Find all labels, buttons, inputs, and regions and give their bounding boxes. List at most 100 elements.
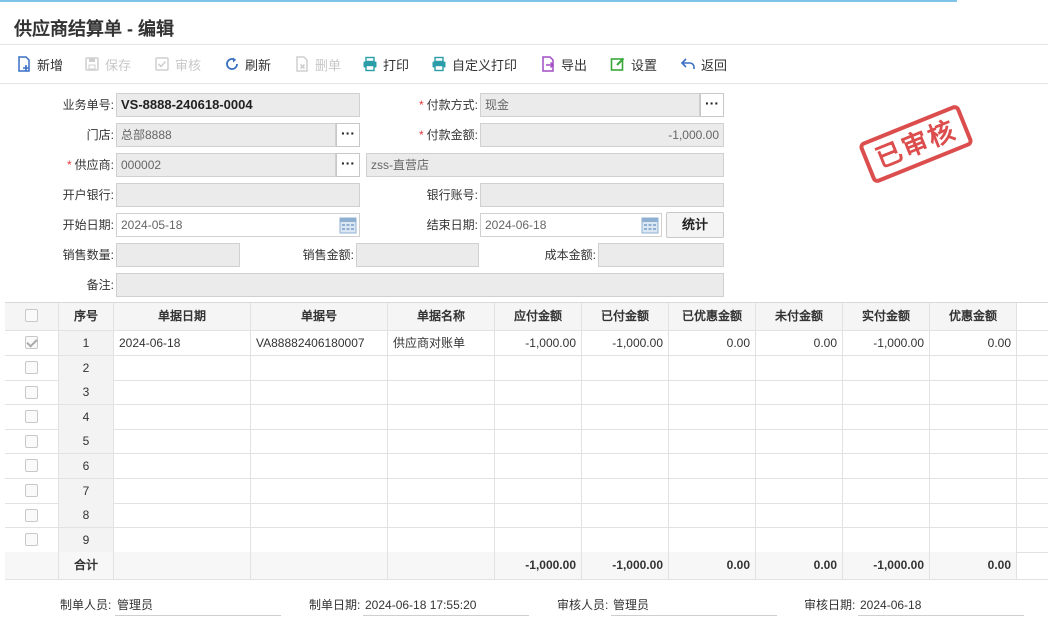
actual-cell[interactable]	[843, 355, 930, 380]
paid-cell[interactable]	[582, 503, 669, 528]
paid-cell[interactable]	[582, 429, 669, 454]
paid-cell[interactable]: -1,000.00	[582, 331, 669, 355]
paid-cell[interactable]	[582, 454, 669, 478]
row-select-cell[interactable]	[5, 429, 59, 454]
actual-cell[interactable]	[843, 404, 930, 429]
paid-cell[interactable]	[582, 527, 669, 552]
column-header[interactable]: 未付金额	[756, 303, 843, 330]
payment-method-picker-button[interactable]: ···	[700, 93, 724, 117]
payable-cell[interactable]	[495, 503, 582, 528]
doc-name-cell[interactable]	[388, 454, 495, 478]
unpaid-cell[interactable]	[756, 503, 843, 528]
date-cell[interactable]	[114, 503, 251, 528]
add-button[interactable]: 新增	[16, 54, 63, 74]
unpaid-cell[interactable]	[756, 355, 843, 380]
unpaid-cell[interactable]	[756, 429, 843, 454]
doc-name-cell[interactable]	[388, 380, 495, 405]
column-header[interactable]: 单据名称	[388, 303, 495, 330]
discount-cell[interactable]	[930, 355, 1017, 380]
refresh-button[interactable]: 刷新	[224, 54, 271, 74]
actual-cell[interactable]	[843, 454, 930, 478]
row-select-cell[interactable]	[5, 527, 59, 552]
discounted-cell[interactable]	[669, 527, 756, 552]
actual-cell[interactable]	[843, 380, 930, 405]
discount-cell[interactable]	[930, 527, 1017, 552]
discounted-cell[interactable]	[669, 478, 756, 503]
row-select-cell[interactable]	[5, 503, 59, 528]
date-cell[interactable]	[114, 527, 251, 552]
discount-cell[interactable]	[930, 503, 1017, 528]
date-cell[interactable]	[114, 454, 251, 478]
column-header[interactable]: 优惠金额	[930, 303, 1017, 330]
payable-cell[interactable]	[495, 478, 582, 503]
unpaid-cell[interactable]: 0.00	[756, 331, 843, 355]
doc-name-cell[interactable]	[388, 478, 495, 503]
actual-cell[interactable]	[843, 527, 930, 552]
row-select-cell[interactable]	[5, 454, 59, 478]
column-header[interactable]: 应付金额	[495, 303, 582, 330]
date-cell[interactable]	[114, 404, 251, 429]
actual-cell[interactable]	[843, 478, 930, 503]
discounted-cell[interactable]	[669, 380, 756, 405]
doc-no-cell[interactable]	[251, 355, 388, 380]
start-date-field[interactable]: 2024-05-18	[116, 213, 360, 237]
discount-cell[interactable]	[930, 429, 1017, 454]
end-date-field[interactable]: 2024-06-18	[480, 213, 662, 237]
select-all-cell[interactable]	[5, 303, 59, 330]
store-field[interactable]: 总部8888	[116, 123, 336, 147]
row-checkbox[interactable]	[25, 336, 38, 350]
row-checkbox[interactable]	[25, 410, 38, 424]
settings-button[interactable]: 设置	[610, 54, 657, 74]
doc-name-cell[interactable]	[388, 404, 495, 429]
bank-field[interactable]	[116, 183, 360, 207]
paid-cell[interactable]	[582, 355, 669, 380]
date-cell[interactable]	[114, 380, 251, 405]
doc-no-cell[interactable]	[251, 454, 388, 478]
date-cell[interactable]: 2024-06-18	[114, 331, 251, 355]
store-picker-button[interactable]: ···	[336, 123, 360, 147]
column-header[interactable]: 实付金额	[843, 303, 930, 330]
payable-cell[interactable]	[495, 527, 582, 552]
row-checkbox[interactable]	[25, 483, 38, 497]
column-header[interactable]: 已优惠金额	[669, 303, 756, 330]
row-select-cell[interactable]	[5, 380, 59, 405]
delete-button[interactable]: 删单	[294, 54, 341, 74]
payable-cell[interactable]	[495, 380, 582, 405]
row-checkbox[interactable]	[25, 385, 38, 399]
discount-cell[interactable]	[930, 478, 1017, 503]
actual-cell[interactable]	[843, 429, 930, 454]
doc-no-field[interactable]: VS-8888-240618-0004	[116, 93, 360, 117]
paid-cell[interactable]	[582, 380, 669, 405]
paid-cell[interactable]	[582, 404, 669, 429]
row-select-cell[interactable]	[5, 478, 59, 503]
date-cell[interactable]	[114, 429, 251, 454]
payable-cell[interactable]	[495, 454, 582, 478]
payment-method-field[interactable]: 现金	[480, 93, 700, 117]
doc-name-cell[interactable]	[388, 503, 495, 528]
unpaid-cell[interactable]	[756, 478, 843, 503]
doc-no-cell[interactable]	[251, 429, 388, 454]
discounted-cell[interactable]	[669, 429, 756, 454]
doc-no-cell[interactable]	[251, 503, 388, 528]
payable-cell[interactable]	[495, 429, 582, 454]
custom-print-button[interactable]: 自定义打印	[431, 54, 517, 74]
date-cell[interactable]	[114, 478, 251, 503]
row-checkbox[interactable]	[25, 459, 38, 473]
payment-amount-field[interactable]: -1,000.00	[480, 123, 724, 147]
payable-cell[interactable]	[495, 404, 582, 429]
discounted-cell[interactable]	[669, 355, 756, 380]
actual-cell[interactable]	[843, 503, 930, 528]
supplier-code-field[interactable]: 000002	[116, 153, 336, 177]
date-cell[interactable]	[114, 355, 251, 380]
discount-cell[interactable]: 0.00	[930, 331, 1017, 355]
row-select-cell[interactable]	[5, 331, 59, 355]
print-button[interactable]: 打印	[362, 54, 409, 74]
discount-cell[interactable]	[930, 404, 1017, 429]
unpaid-cell[interactable]	[756, 454, 843, 478]
calendar-icon[interactable]	[640, 215, 660, 235]
row-select-cell[interactable]	[5, 355, 59, 380]
column-header[interactable]: 单据日期	[114, 303, 251, 330]
remark-field[interactable]	[116, 273, 724, 297]
row-checkbox[interactable]	[25, 533, 38, 547]
paid-cell[interactable]	[582, 478, 669, 503]
